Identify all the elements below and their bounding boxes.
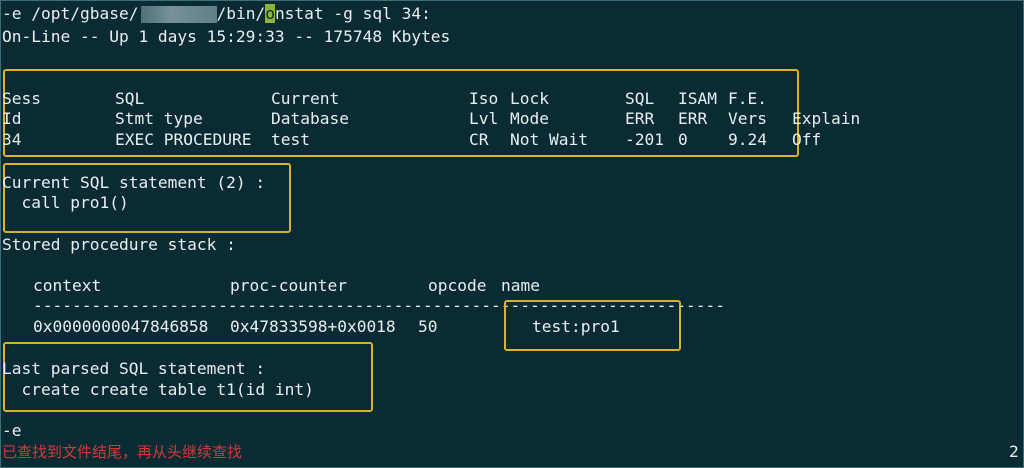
trailing-line: -e [2, 421, 22, 440]
redacted-path-blur [141, 6, 217, 23]
stack-header-proc-counter: proc-counter [230, 276, 347, 295]
cell-database: test [271, 130, 310, 149]
command-path-suffix: /bin/ [216, 4, 266, 23]
stack-cell-opcode: 50 [418, 317, 438, 336]
stack-label: Stored procedure stack : [2, 235, 236, 254]
stack-header-name: name [501, 276, 540, 295]
header-explain: Explain [792, 109, 861, 128]
search-wrap-message: 已查找到文件结尾，再从头继续查找 [2, 443, 243, 461]
cell-sess-id: 34 [2, 130, 22, 149]
stack-cell-proc-counter: 0x47833598+0x0018 [230, 317, 396, 336]
cell-stmt-type: EXEC PROCEDURE [115, 130, 252, 149]
header-lvl: Lvl [469, 109, 499, 128]
cell-sql-err: -201 [625, 130, 664, 149]
cell-fe-vers: 9.24 [728, 130, 767, 149]
page-indicator: 2 [1009, 442, 1019, 461]
text-cursor: o [265, 4, 275, 23]
command-prefix: -e /opt/gbase/ [2, 4, 139, 23]
stack-cell-context: 0x0000000047846858 [33, 317, 209, 336]
header-isam-err: ERR [678, 109, 708, 128]
current-sql-statement: call pro1() [2, 193, 129, 212]
header-mode: Mode [510, 109, 549, 128]
header-sql-err: SQL [625, 89, 655, 108]
header-sess: Sess [2, 89, 41, 108]
command-args: nstat -g sql 34: [274, 4, 431, 23]
header-vers: Vers [728, 109, 767, 128]
cell-isam-err: 0 [678, 130, 688, 149]
current-sql-label: Current SQL statement (2) : [2, 173, 266, 192]
last-parsed-label: Last parsed SQL statement : [2, 359, 266, 378]
cell-explain: Off [792, 130, 822, 149]
cell-lock-mode: Not Wait [510, 130, 588, 149]
terminal-window[interactable]: -e /opt/gbase/ /bin/onstat -g sql 34: On-… [0, 0, 1024, 468]
header-stmt-type: Stmt type [115, 109, 203, 128]
header-lock: Lock [510, 89, 549, 108]
header-fe: F.E. [728, 89, 767, 108]
header-current: Current [271, 89, 340, 108]
header-iso: Iso [469, 89, 499, 108]
status-line: On-Line -- Up 1 days 15:29:33 -- 175748 … [2, 27, 451, 46]
cell-iso-lvl: CR [469, 130, 489, 149]
header-isam: ISAM [678, 89, 717, 108]
stack-header-context: context [33, 276, 102, 295]
header-id: Id [2, 109, 22, 128]
stack-cell-name: test:pro1 [532, 317, 620, 336]
header-sql: SQL [115, 89, 145, 108]
last-parsed-statement: create create table t1(id int) [2, 380, 314, 399]
header-err: ERR [625, 109, 655, 128]
header-database: Database [271, 109, 349, 128]
stack-header-opcode: opcode [428, 276, 487, 295]
